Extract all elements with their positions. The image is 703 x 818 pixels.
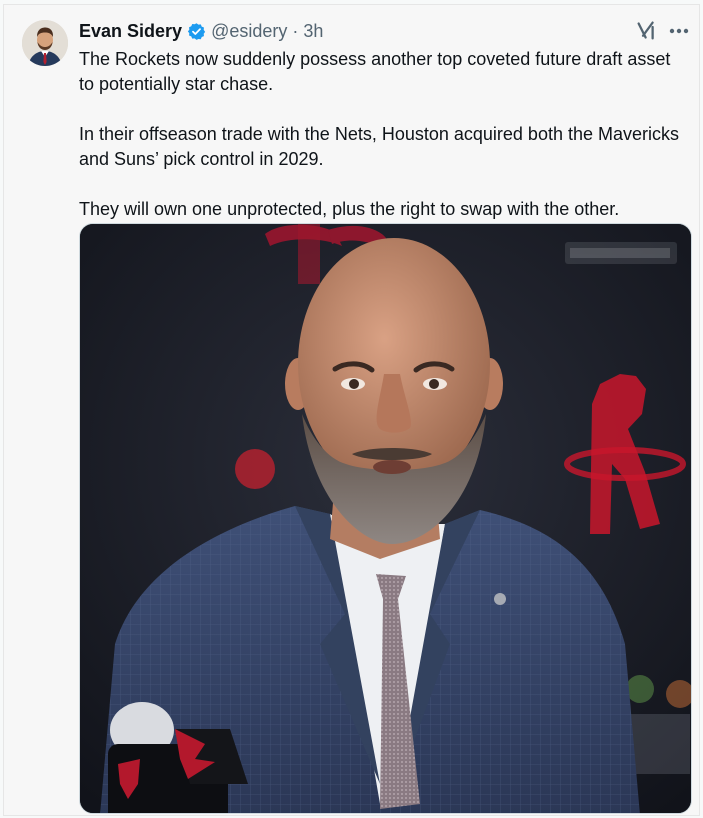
tweet-paragraph-2: In their offseason trade with the Nets, … [79, 124, 679, 169]
tweet-timestamp[interactable]: 3h [303, 21, 323, 42]
avatar-image [22, 20, 68, 66]
more-options-icon[interactable] [668, 21, 690, 41]
tweet-actions [636, 20, 690, 41]
press-conference-photo [80, 224, 691, 813]
avatar[interactable] [22, 20, 68, 66]
tweet-body: The Rockets now suddenly possess another… [79, 47, 689, 222]
tweet-paragraph-1: The Rockets now suddenly possess another… [79, 49, 671, 94]
sponsor-logo-top-right [565, 242, 677, 264]
tweet-paragraph-3: They will own one unprotected, plus the … [79, 199, 620, 219]
verified-badge-icon [187, 22, 206, 41]
author-handle[interactable]: @esidery [211, 21, 287, 42]
tweet-media-photo[interactable] [79, 223, 692, 814]
grok-icon[interactable] [636, 20, 657, 41]
separator-dot: · [292, 20, 299, 41]
author-name[interactable]: Evan Sidery [79, 21, 182, 42]
tweet-header: Evan Sidery @esidery · 3h [79, 20, 323, 42]
